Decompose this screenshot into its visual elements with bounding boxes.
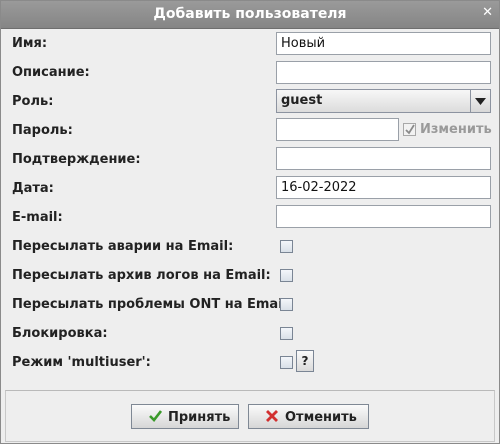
cancel-button[interactable]: Отменить [248, 404, 369, 429]
title-bar[interactable]: Добавить пользователя ✕ [1, 1, 499, 29]
accept-button-label: Принять [168, 410, 231, 425]
forward-alarms-checkbox[interactable] [280, 240, 293, 253]
multiuser-label: Режим 'multiuser': [12, 355, 151, 370]
forward-ont-checkbox[interactable] [280, 298, 293, 311]
role-select[interactable]: guest [276, 89, 491, 113]
confirm-password-input[interactable] [276, 147, 491, 170]
description-label: Описание: [12, 65, 90, 80]
block-checkbox[interactable] [280, 327, 293, 340]
date-label: Дата: [12, 181, 54, 196]
name-label: Имя: [12, 36, 48, 51]
checkmark-icon [149, 410, 162, 422]
change-password-checkbox[interactable] [403, 123, 416, 136]
dialog-title: Добавить пользователя [153, 6, 347, 22]
email-input[interactable] [276, 205, 491, 228]
forward-logs-label: Пересылать архив логов на Email: [12, 268, 271, 283]
chevron-down-icon [475, 98, 486, 105]
password-label: Пароль: [12, 123, 73, 138]
password-input[interactable] [276, 118, 399, 141]
forward-alarms-label: Пересылать аварии на Email: [12, 239, 234, 254]
role-label: Роль: [12, 94, 54, 109]
accept-button[interactable]: Принять [131, 404, 239, 429]
date-input[interactable] [276, 176, 491, 199]
description-input[interactable] [276, 61, 491, 84]
close-icon[interactable]: ✕ [482, 5, 493, 20]
checkmark-icon [405, 124, 415, 135]
change-password-label: Изменить [420, 122, 492, 137]
forward-logs-checkbox[interactable] [280, 269, 293, 282]
multiuser-help-button[interactable]: ? [296, 350, 314, 372]
multiuser-checkbox[interactable] [280, 356, 293, 369]
block-label: Блокировка: [12, 326, 108, 341]
role-selected-value: guest [281, 93, 323, 108]
name-input[interactable] [276, 32, 491, 55]
confirm-label: Подтверждение: [12, 152, 141, 167]
add-user-dialog: Добавить пользователя ✕ Имя: Описание: Р… [0, 0, 500, 444]
role-dropdown-button[interactable] [470, 90, 490, 112]
forward-ont-label: Пересылать проблемы ONT на Email: [12, 297, 293, 312]
cross-icon [266, 410, 278, 422]
cancel-button-label: Отменить [285, 410, 357, 425]
email-label: E-mail: [12, 210, 63, 225]
